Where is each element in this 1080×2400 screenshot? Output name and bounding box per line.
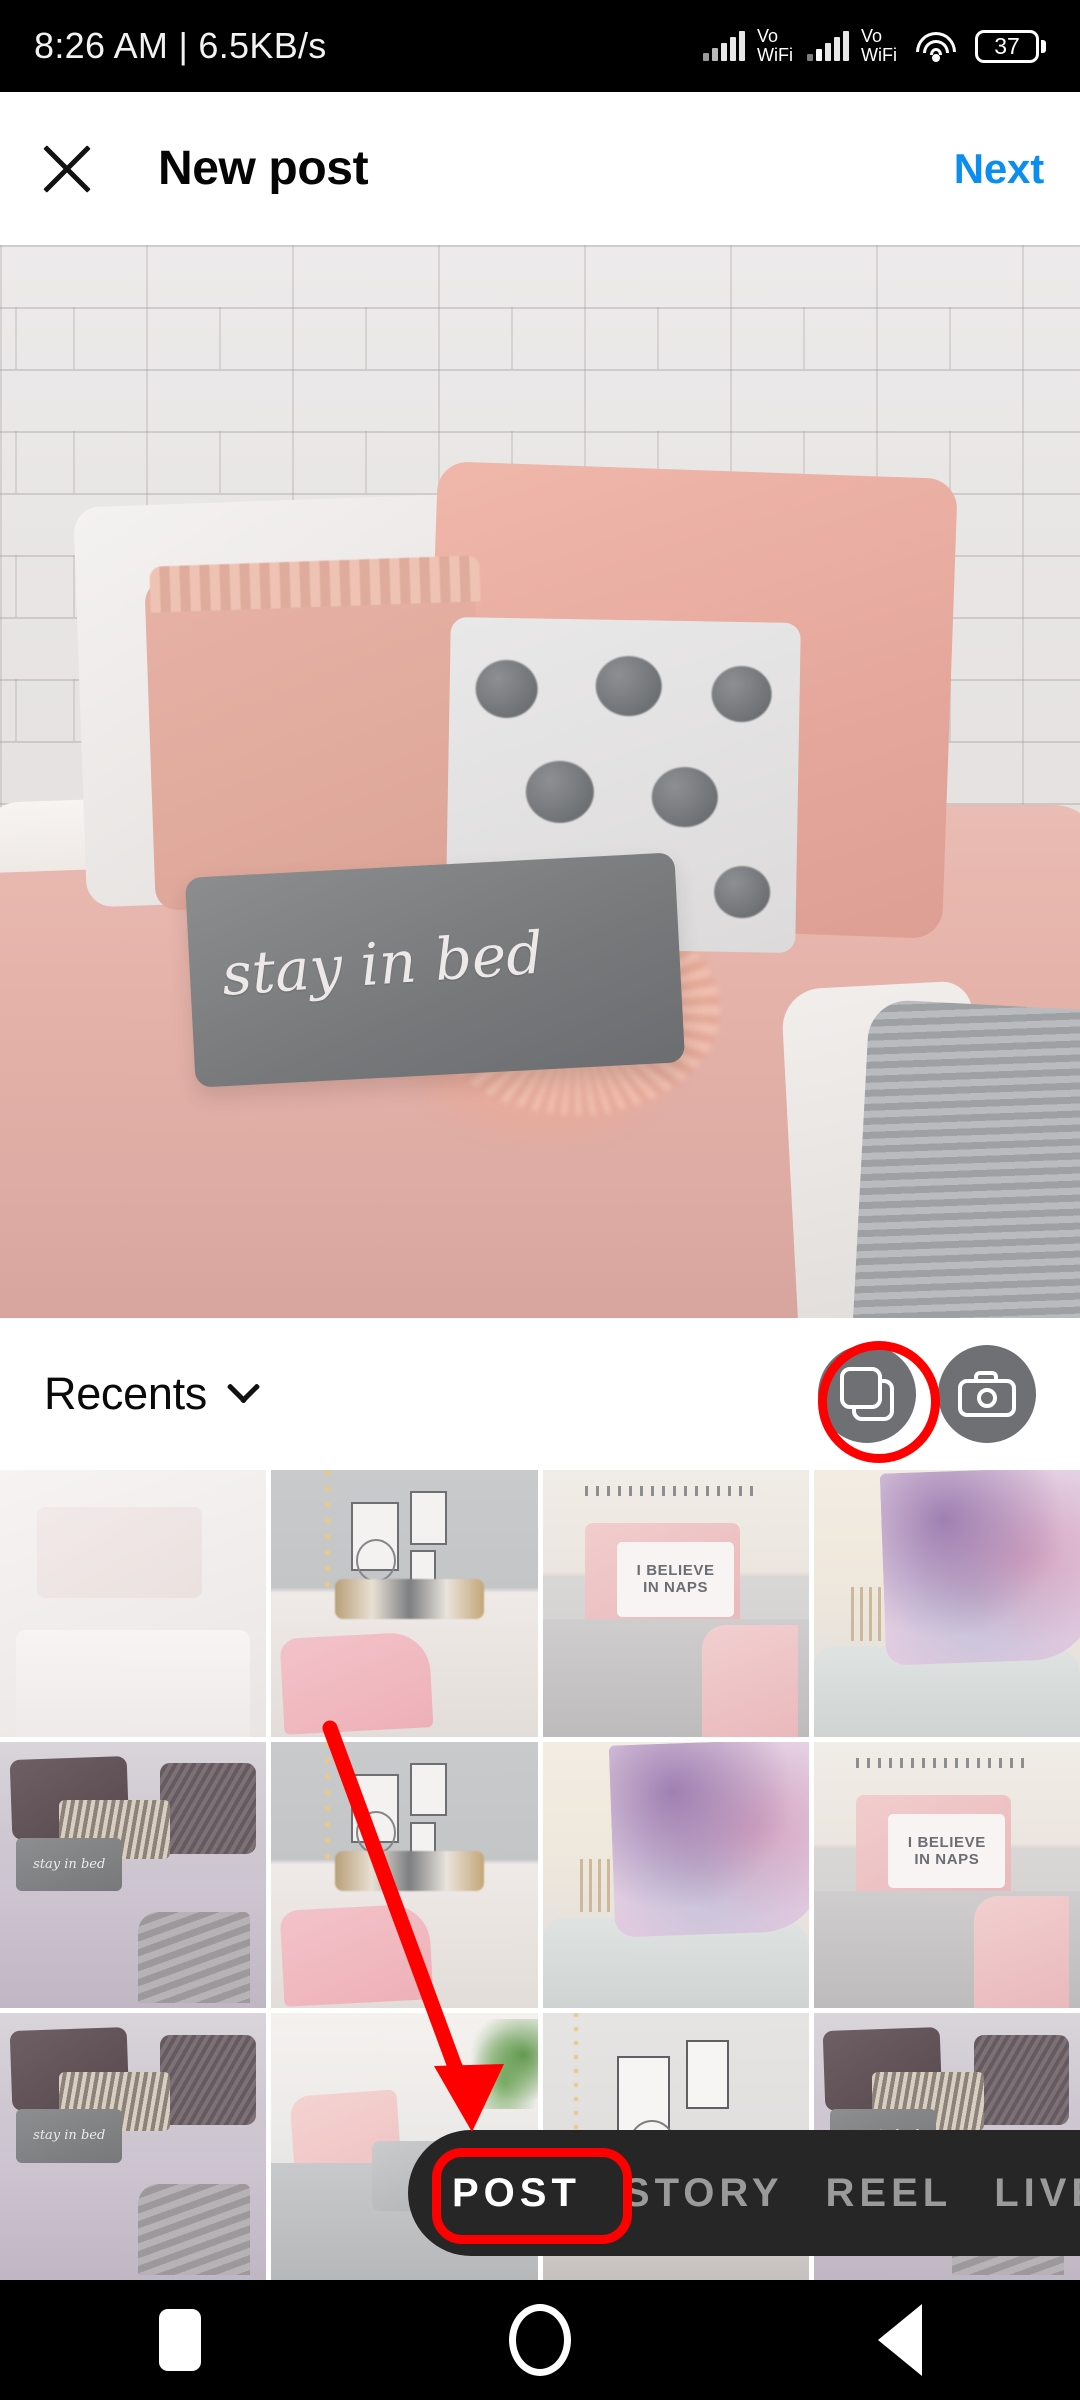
vowifi2-line1: Vo — [861, 26, 883, 46]
lav-pillow-text-5: stay in bed — [33, 1856, 106, 1872]
square-icon — [159, 2309, 201, 2371]
gallery-thumb-5[interactable]: stay in bed — [0, 1741, 267, 2009]
recents-button[interactable] — [120, 2280, 240, 2400]
battery-level-text: 37 — [994, 32, 1020, 59]
album-name[interactable]: Recents — [44, 1368, 207, 1420]
home-button[interactable] — [480, 2280, 600, 2400]
gallery-thumb-4[interactable] — [813, 1470, 1080, 1737]
camera-button[interactable] — [938, 1345, 1036, 1443]
chevron-down-icon[interactable] — [225, 1377, 261, 1411]
vowifi-label-sim2: Vo WiFi — [861, 27, 897, 65]
naps-line-1-b: I BELIEVE — [907, 1833, 986, 1851]
selected-photo-preview[interactable]: stay in bed — [0, 245, 1080, 1318]
lav-pillow-text-9: stay in bed — [33, 2128, 106, 2144]
tab-live[interactable]: LIVE — [994, 2171, 1080, 2216]
ribbed-grey-blanket — [850, 998, 1080, 1318]
naps-line-1: I BELIEVE — [636, 1562, 715, 1580]
gallery-thumb-8[interactable]: I BELIEVE IN NAPS — [813, 1741, 1080, 2009]
mode-tab-bar: POST STORY REEL LIVE — [408, 2130, 1080, 2256]
triangle-back-icon — [878, 2304, 922, 2376]
pink-fringe-pillow — [144, 569, 486, 911]
camera-icon — [958, 1371, 1016, 1417]
wifi-icon — [915, 30, 957, 62]
gallery-thumb-2[interactable] — [271, 1470, 538, 1737]
naps-line-2-b: IN NAPS — [914, 1850, 980, 1868]
status-time-and-speed: 8:26 AM | 6.5KB/s — [34, 25, 327, 66]
gallery-thumb-7[interactable] — [542, 1741, 809, 2009]
pillow-text: stay in bed — [219, 918, 546, 1009]
vowifi-line1: Vo — [757, 26, 779, 46]
album-selector-bar: Recents — [0, 1318, 1080, 1470]
gallery-thumb-6[interactable] — [271, 1741, 538, 2009]
tab-post[interactable]: POST — [452, 2171, 581, 2216]
app-header: New post Next — [0, 92, 1080, 245]
gallery-thumb-3[interactable]: I BELIEVE IN NAPS — [542, 1470, 809, 1737]
phone-screen: 8:26 AM | 6.5KB/s Vo WiFi Vo WiFi 37 New… — [0, 0, 1080, 2400]
vowifi-line2: WiFi — [757, 45, 794, 65]
layers-icon — [840, 1367, 894, 1421]
back-button[interactable] — [840, 2280, 960, 2400]
naps-line-2: IN NAPS — [643, 1579, 709, 1597]
circle-icon — [509, 2304, 571, 2376]
battery-icon: 37 — [975, 29, 1046, 63]
signal-strength-icon-sim2 — [807, 31, 850, 61]
signal-strength-icon-sim1 — [703, 31, 746, 61]
multiselect-button[interactable] — [818, 1345, 916, 1443]
tab-story[interactable]: STORY — [623, 2171, 784, 2216]
stay-in-bed-pillow: stay in bed — [184, 852, 686, 1088]
vowifi2-line2: WiFi — [861, 45, 897, 65]
status-icons: Vo WiFi Vo WiFi 37 — [703, 27, 1046, 65]
android-nav-bar — [0, 2280, 1080, 2400]
gallery-thumb-9[interactable]: stay in bed — [0, 2013, 267, 2280]
gallery-thumb-1[interactable] — [0, 1470, 267, 1737]
tab-reel[interactable]: REEL — [826, 2171, 953, 2216]
status-bar: 8:26 AM | 6.5KB/s Vo WiFi Vo WiFi 37 — [0, 0, 1080, 92]
close-icon[interactable] — [36, 138, 98, 200]
next-button[interactable]: Next — [954, 145, 1044, 193]
vowifi-label-sim1: Vo WiFi — [757, 27, 793, 65]
page-title: New post — [158, 142, 369, 195]
album-bar-actions — [818, 1345, 1036, 1443]
